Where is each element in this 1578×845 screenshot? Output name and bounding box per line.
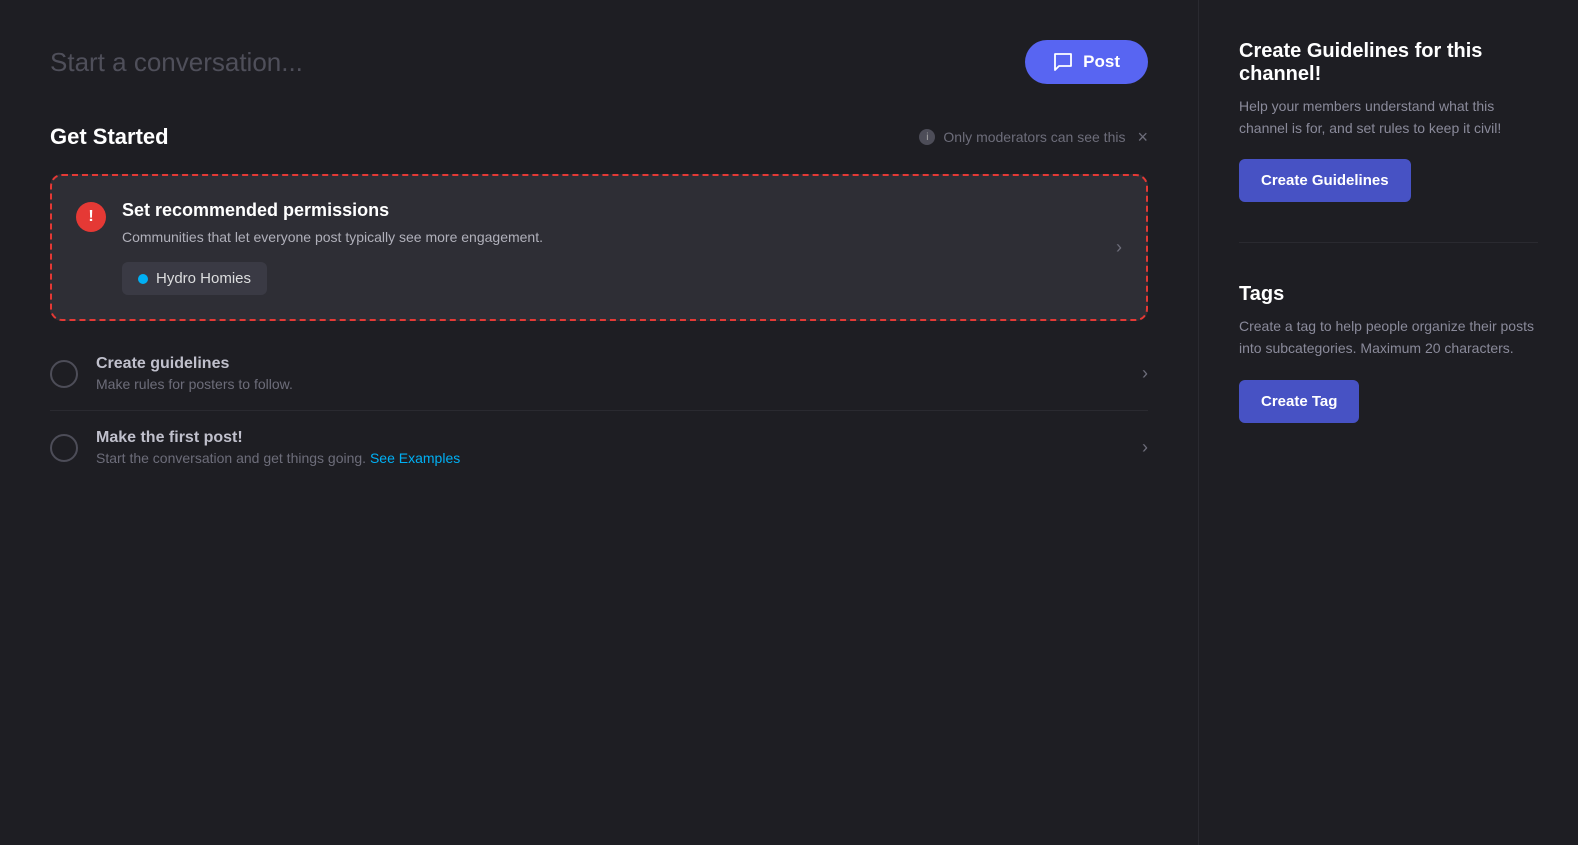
guidelines-title: Create guidelines bbox=[96, 355, 1124, 373]
first-post-content: Make the first post! Start the conversat… bbox=[96, 429, 1124, 466]
sidebar-divider bbox=[1239, 242, 1538, 243]
see-examples-link[interactable]: See Examples bbox=[370, 450, 460, 466]
community-name: Hydro Homies bbox=[156, 270, 251, 287]
moderator-notice-text: Only moderators can see this bbox=[943, 129, 1125, 145]
close-icon[interactable]: × bbox=[1137, 127, 1148, 148]
post-button[interactable]: Post bbox=[1025, 40, 1148, 84]
permissions-desc: Communities that let everyone post typic… bbox=[122, 227, 1100, 248]
tags-section: Tags Create a tag to help people organiz… bbox=[1239, 283, 1538, 422]
guidelines-section-title: Create Guidelines for this channel! bbox=[1239, 40, 1538, 86]
tags-section-title: Tags bbox=[1239, 283, 1538, 306]
get-started-header: Get Started i Only moderators can see th… bbox=[50, 124, 1148, 150]
permissions-title: Set recommended permissions bbox=[122, 200, 1100, 221]
guidelines-desc: Make rules for posters to follow. bbox=[96, 376, 1124, 392]
guidelines-section: Create Guidelines for this channel! Help… bbox=[1239, 40, 1538, 202]
conversation-placeholder: Start a conversation... bbox=[50, 47, 303, 78]
tags-section-desc: Create a tag to help people organize the… bbox=[1239, 316, 1538, 359]
create-guidelines-button[interactable]: Create Guidelines bbox=[1239, 159, 1411, 202]
guidelines-section-desc: Help your members understand what this c… bbox=[1239, 96, 1538, 139]
info-icon: i bbox=[919, 129, 935, 145]
list-item-guidelines[interactable]: Create guidelines Make rules for posters… bbox=[50, 337, 1148, 411]
first-post-checkbox bbox=[50, 434, 78, 462]
guidelines-chevron-icon: › bbox=[1142, 363, 1148, 384]
right-sidebar: Create Guidelines for this channel! Help… bbox=[1198, 0, 1578, 845]
conversation-bar: Start a conversation... Post bbox=[50, 40, 1148, 84]
community-tag: Hydro Homies bbox=[122, 262, 267, 295]
guidelines-checkbox bbox=[50, 360, 78, 388]
get-started-title: Get Started bbox=[50, 124, 169, 150]
chat-icon bbox=[1053, 52, 1073, 72]
get-started-section: Get Started i Only moderators can see th… bbox=[50, 124, 1148, 805]
permissions-content: Set recommended permissions Communities … bbox=[122, 200, 1100, 295]
list-item-first-post[interactable]: Make the first post! Start the conversat… bbox=[50, 411, 1148, 484]
first-post-title: Make the first post! bbox=[96, 429, 1124, 447]
error-icon: ! bbox=[76, 202, 106, 232]
permissions-card[interactable]: ! Set recommended permissions Communitie… bbox=[50, 174, 1148, 321]
create-tag-button[interactable]: Create Tag bbox=[1239, 380, 1359, 423]
tag-dot bbox=[138, 274, 148, 284]
permissions-chevron-icon: › bbox=[1116, 237, 1122, 258]
guidelines-content: Create guidelines Make rules for posters… bbox=[96, 355, 1124, 392]
first-post-desc: Start the conversation and get things go… bbox=[96, 450, 1124, 466]
moderator-notice: i Only moderators can see this × bbox=[919, 127, 1148, 148]
post-button-label: Post bbox=[1083, 52, 1120, 72]
first-post-chevron-icon: › bbox=[1142, 437, 1148, 458]
